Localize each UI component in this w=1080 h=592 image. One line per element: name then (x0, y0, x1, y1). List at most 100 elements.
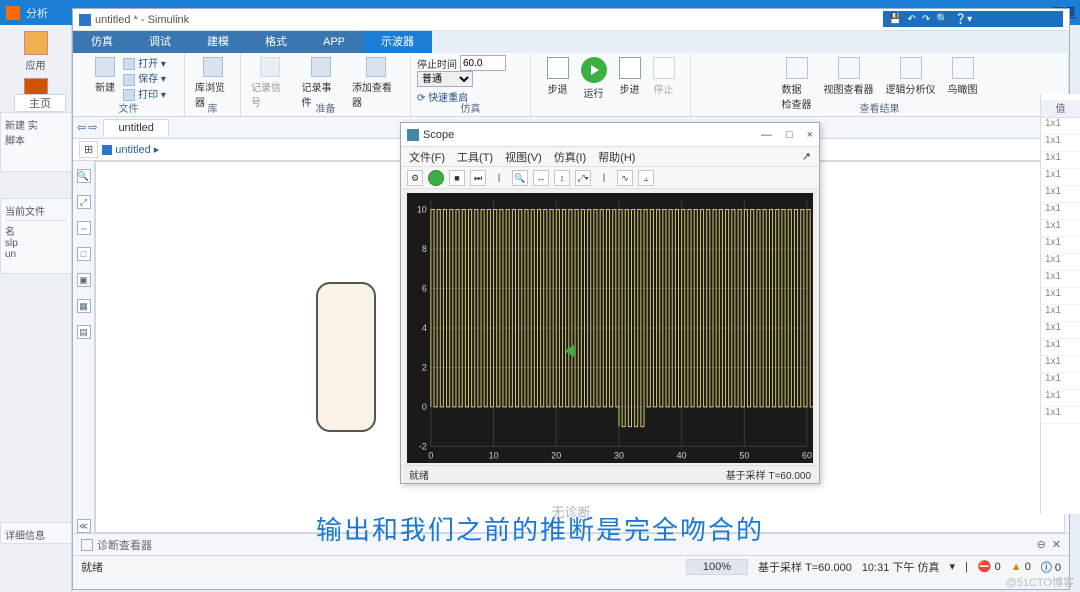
workspace-cell[interactable]: 1x1 (1041, 254, 1080, 271)
workspace-cell[interactable]: 1x1 (1041, 373, 1080, 390)
workspace-cell[interactable]: 1x1 (1041, 305, 1080, 322)
open-button[interactable]: 打开 ▾ (123, 55, 166, 70)
step-back-button[interactable]: 步退 (543, 55, 573, 102)
scope-minimize[interactable]: — (761, 129, 772, 141)
svg-text:2: 2 (422, 362, 427, 372)
sct-zoomy-icon[interactable]: ↕ (554, 170, 570, 186)
qat-save-icon[interactable]: 💾 (889, 14, 901, 25)
qat-undo-icon[interactable]: ↶ (907, 14, 915, 25)
matlab-home-tab[interactable]: 主页 (14, 94, 66, 112)
qat-redo-icon[interactable]: ↷ (922, 14, 930, 25)
save-button[interactable]: 保存 ▾ (123, 70, 166, 85)
qat-search-icon[interactable]: 🔍 (936, 14, 948, 25)
tool-pan[interactable]: ⇔ (77, 221, 91, 235)
scope-menu-help[interactable]: 帮助(H) (598, 149, 635, 165)
sct-zoomx-icon[interactable]: ↔ (533, 170, 549, 186)
scope-menu-sim[interactable]: 仿真(I) (554, 149, 586, 165)
simulink-title-text: untitled * - Simulink (95, 14, 189, 26)
run-button[interactable]: 运行 (577, 55, 611, 102)
play-icon (581, 57, 607, 83)
tab-app[interactable]: APP (305, 31, 363, 53)
workspace-cell[interactable]: 1x1 (1041, 220, 1080, 237)
svg-text:60: 60 (802, 450, 812, 460)
scope-maximize[interactable]: □ (786, 129, 793, 141)
warning-icon[interactable]: ▲ (1011, 561, 1022, 573)
workspace-cell[interactable]: 1x1 (1041, 203, 1080, 220)
scope-menu-file[interactable]: 文件(F) (409, 149, 445, 165)
file-row-2[interactable]: un (5, 249, 67, 260)
sct-play-icon[interactable] (428, 170, 444, 186)
workspace-cell[interactable]: 1x1 (1041, 322, 1080, 339)
scope-menu-caret-icon[interactable]: ↗ (802, 150, 811, 163)
sim-mode-select[interactable]: 普通 (417, 71, 473, 87)
sct-stepf-icon[interactable]: ⏭ (470, 170, 486, 186)
info-icon[interactable]: ⓘ (1041, 562, 1052, 574)
sct-zoom-icon[interactable]: 🔍 (512, 170, 528, 186)
step-forward-button[interactable]: 步进 (615, 55, 645, 102)
workspace-cell[interactable]: 1x1 (1041, 407, 1080, 424)
error-icon[interactable]: ⛔ (978, 561, 992, 573)
sct-trigger-icon[interactable]: ⫠ (638, 170, 654, 186)
workspace-cell[interactable]: 1x1 (1041, 186, 1080, 203)
scope-close[interactable]: × (807, 129, 813, 141)
print-button[interactable]: 打印 ▾ (123, 86, 166, 101)
workspace-cell[interactable]: 1x1 (1041, 118, 1080, 135)
tab-format[interactable]: 格式 (247, 31, 305, 53)
crumb-text[interactable]: untitled ▸ (115, 143, 159, 156)
svg-text:10: 10 (417, 204, 427, 214)
library-icon (203, 57, 223, 77)
sct-scale-icon[interactable]: ⤢▾ (575, 170, 591, 186)
tab-sim[interactable]: 仿真 (73, 31, 131, 53)
file-row-1[interactable]: slp (5, 238, 67, 249)
tool-fit[interactable]: ⤢ (77, 195, 91, 209)
tool-d[interactable]: ▤ (77, 325, 91, 339)
new-button[interactable]: 新建 (91, 55, 119, 101)
tab-scope[interactable]: 示波器 (363, 31, 432, 53)
tool-zoom[interactable]: 🔍 (77, 169, 91, 183)
workspace-cell[interactable]: 1x1 (1041, 271, 1080, 288)
model-tab[interactable]: untitled (103, 119, 168, 136)
workspace-cell[interactable]: 1x1 (1041, 390, 1080, 407)
svg-text:4: 4 (422, 323, 427, 333)
scope-plot-area[interactable]: 0102030405060-20246810 (407, 193, 813, 463)
nav-back[interactable]: ⇦ (77, 121, 86, 134)
step-fwd-icon (619, 57, 641, 79)
workspace-cell[interactable]: 1x1 (1041, 135, 1080, 152)
svg-text:6: 6 (422, 283, 427, 293)
tab-model[interactable]: 建模 (189, 31, 247, 53)
workspace-cell[interactable]: 1x1 (1041, 237, 1080, 254)
quick-access-toolbar[interactable]: 💾 ↶ ↷ 🔍 ❔▾ (883, 11, 1063, 27)
apps-item-1[interactable]: 应用 (2, 31, 69, 72)
scope-menu-tool[interactable]: 工具(T) (457, 149, 493, 165)
scope-titlebar[interactable]: Scope — □ × (401, 123, 819, 147)
workspace-cell[interactable]: 1x1 (1041, 356, 1080, 373)
workspace-cell[interactable]: 1x1 (1041, 339, 1080, 356)
watermark-text: @51CTO博客 (1006, 574, 1074, 590)
sct-measure-icon[interactable]: ∿ (617, 170, 633, 186)
stop-time-input[interactable] (460, 55, 506, 71)
qat-help-icon[interactable]: ❔▾ (955, 14, 972, 25)
chart-signal-path (431, 210, 813, 427)
svg-text:40: 40 (677, 450, 687, 460)
workspace-cell[interactable]: 1x1 (1041, 288, 1080, 305)
nav-fwd[interactable]: ⇨ (88, 121, 97, 134)
workspace-cell[interactable]: 1x1 (1041, 169, 1080, 186)
simulink-block[interactable] (316, 282, 376, 432)
sct-stop-icon[interactable]: ■ (449, 170, 465, 186)
tool-b[interactable]: ▣ (77, 273, 91, 287)
status-dropdown-icon[interactable]: ▾ (949, 560, 955, 573)
tool-a[interactable]: □ (77, 247, 91, 261)
tab-debug[interactable]: 调试 (131, 31, 189, 53)
scope-window[interactable]: Scope — □ × 文件(F) 工具(T) 视图(V) 仿真(I) 帮助(H… (400, 122, 820, 484)
sct-settings-icon[interactable]: ⚙ (407, 170, 423, 186)
svg-text:0: 0 (422, 402, 427, 412)
status-ready: 就绪 (81, 559, 103, 575)
tool-c[interactable]: ▦ (77, 299, 91, 313)
status-time: 10:31 下午 仿真 (862, 559, 940, 575)
crumb-toggle[interactable]: ⊞ (79, 141, 98, 158)
svg-text:10: 10 (489, 450, 499, 460)
scope-menu-view[interactable]: 视图(V) (505, 149, 542, 165)
workspace-header[interactable]: 值 (1041, 100, 1080, 118)
workspace-cell[interactable]: 1x1 (1041, 152, 1080, 169)
file-row-0[interactable]: 名 (5, 220, 67, 238)
